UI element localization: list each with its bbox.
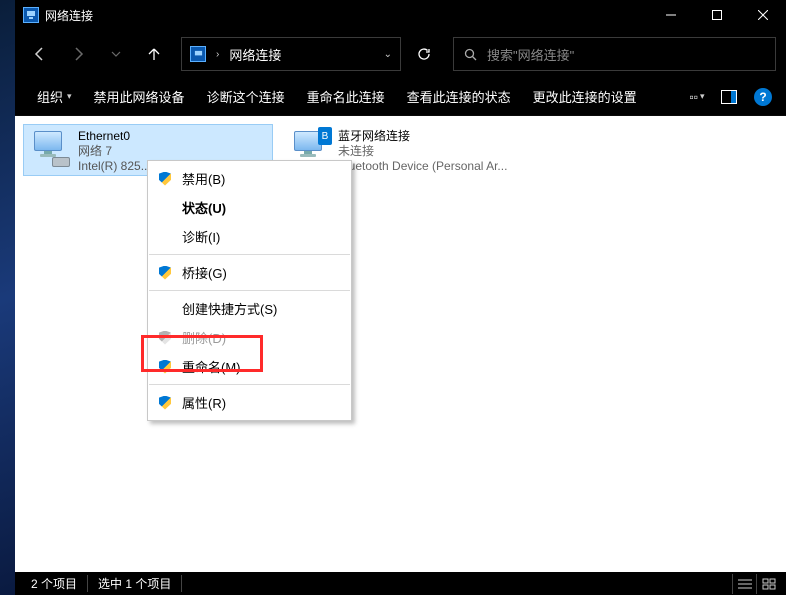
address-icon bbox=[190, 46, 206, 62]
connection-name: Ethernet0 bbox=[78, 129, 151, 144]
forward-button[interactable] bbox=[61, 38, 95, 70]
status-bar: 2 个项目 选中 1 个项目 bbox=[15, 572, 786, 595]
ctx-delete: 删除(D) bbox=[148, 323, 351, 352]
ethernet-icon bbox=[30, 129, 70, 169]
view-status-button[interactable]: 查看此连接的状态 bbox=[399, 83, 519, 110]
status-item-count: 2 个项目 bbox=[21, 575, 88, 592]
shield-icon bbox=[158, 331, 172, 345]
status-selection: 选中 1 个项目 bbox=[88, 575, 182, 592]
shield-icon bbox=[158, 172, 172, 186]
shield-icon bbox=[158, 360, 172, 374]
search-box[interactable]: 搜索"网络连接" bbox=[453, 37, 776, 71]
connection-name: 蓝牙网络连接 bbox=[338, 129, 507, 144]
change-settings-button[interactable]: 更改此连接的设置 bbox=[525, 83, 645, 110]
back-button[interactable] bbox=[23, 38, 57, 70]
address-bar[interactable]: › 网络连接 ⌄ bbox=[181, 37, 401, 71]
search-icon bbox=[464, 48, 477, 61]
close-button[interactable] bbox=[740, 0, 786, 30]
help-button[interactable]: ? bbox=[754, 88, 772, 106]
address-dropdown-icon[interactable]: ⌄ bbox=[384, 49, 392, 60]
command-bar: 组织▾ 禁用此网络设备 诊断这个连接 重命名此连接 查看此连接的状态 更改此连接… bbox=[15, 78, 786, 116]
content-area[interactable]: Ethernet0 网络 7 Intel(R) 825... B 蓝牙网络连接 … bbox=[15, 116, 786, 572]
rename-button[interactable]: 重命名此连接 bbox=[299, 83, 393, 110]
ctx-bridge[interactable]: 桥接(G) bbox=[148, 258, 351, 287]
recent-dropdown[interactable] bbox=[99, 38, 133, 70]
organize-menu[interactable]: 组织▾ bbox=[29, 83, 80, 110]
ctx-disable[interactable]: 禁用(B) bbox=[148, 164, 351, 193]
refresh-button[interactable] bbox=[409, 38, 439, 70]
view-options-button[interactable]: ▫▫▾ bbox=[684, 84, 710, 110]
desktop-background bbox=[0, 0, 15, 595]
large-icons-view-button[interactable] bbox=[756, 574, 780, 594]
preview-pane-button[interactable] bbox=[716, 84, 742, 110]
minimize-button[interactable] bbox=[648, 0, 694, 30]
ctx-rename[interactable]: 重命名(M) bbox=[148, 352, 351, 381]
connection-status: 网络 7 bbox=[78, 144, 151, 159]
context-menu: 禁用(B) 状态(U) 诊断(I) 桥接(G) 创建快捷方式(S) 删除(D) … bbox=[147, 160, 352, 421]
ctx-separator bbox=[149, 290, 350, 291]
connection-device: Intel(R) 825... bbox=[78, 159, 151, 174]
maximize-button[interactable] bbox=[694, 0, 740, 30]
network-connections-window: 网络连接 › 网络连接 ⌄ 搜索"网络连接" 组织▾ 禁用此网络设备 诊断这个连… bbox=[15, 0, 786, 595]
window-icon bbox=[23, 7, 39, 23]
breadcrumb-label[interactable]: 网络连接 bbox=[229, 45, 281, 64]
ctx-separator bbox=[149, 254, 350, 255]
up-button[interactable] bbox=[137, 38, 171, 70]
shield-icon bbox=[158, 396, 172, 410]
connection-status: 未连接 bbox=[338, 144, 507, 159]
ctx-properties[interactable]: 属性(R) bbox=[148, 388, 351, 417]
window-title: 网络连接 bbox=[45, 7, 93, 24]
disable-device-button[interactable]: 禁用此网络设备 bbox=[86, 83, 193, 110]
nav-bar: › 网络连接 ⌄ 搜索"网络连接" bbox=[15, 30, 786, 78]
chevron-down-icon: ▾ bbox=[67, 91, 72, 102]
shield-icon bbox=[158, 266, 172, 280]
ctx-separator bbox=[149, 384, 350, 385]
search-placeholder: 搜索"网络连接" bbox=[487, 45, 574, 64]
details-view-button[interactable] bbox=[732, 574, 756, 594]
ctx-diagnose[interactable]: 诊断(I) bbox=[148, 222, 351, 251]
breadcrumb-chevron-icon: › bbox=[216, 49, 219, 60]
ctx-create-shortcut[interactable]: 创建快捷方式(S) bbox=[148, 294, 351, 323]
ctx-status[interactable]: 状态(U) bbox=[148, 193, 351, 222]
diagnose-button[interactable]: 诊断这个连接 bbox=[199, 83, 293, 110]
connection-device: Bluetooth Device (Personal Ar... bbox=[338, 159, 507, 174]
titlebar: 网络连接 bbox=[15, 0, 786, 30]
